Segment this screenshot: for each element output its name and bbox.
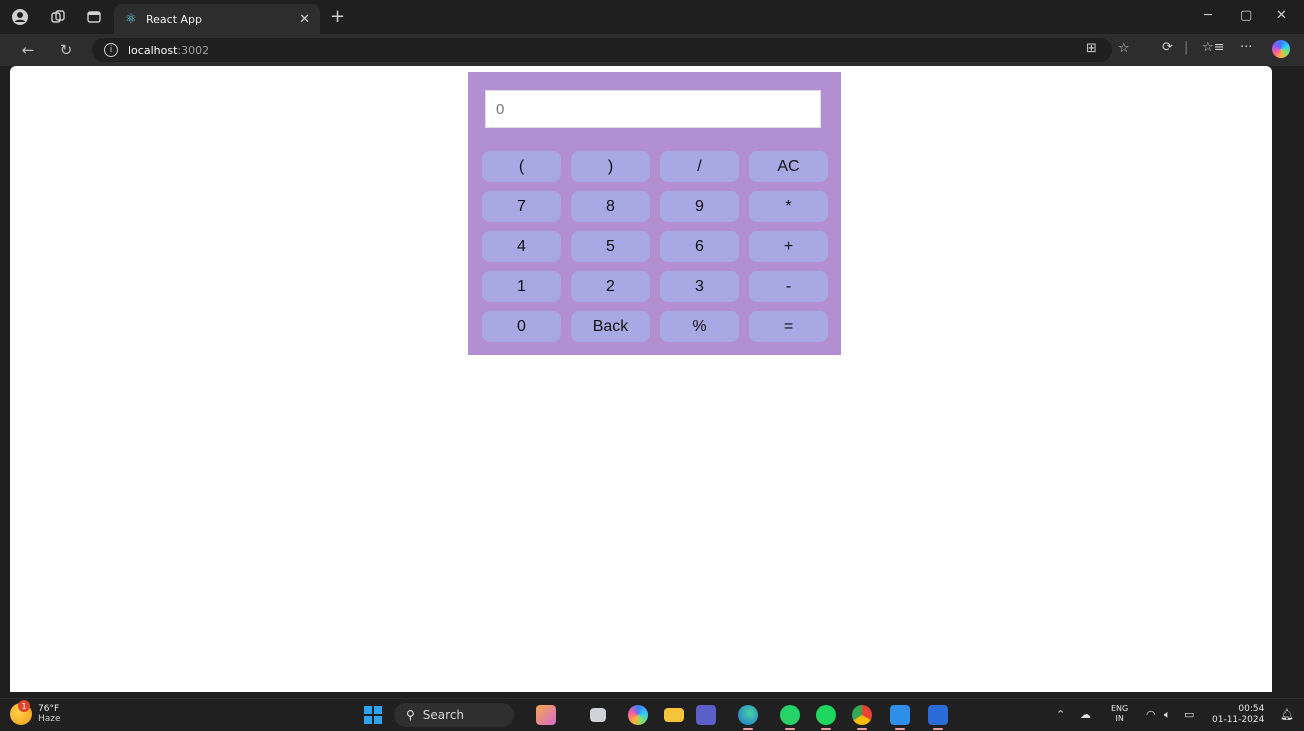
key-multiply[interactable]: *	[749, 191, 828, 222]
tab-actions-icon[interactable]	[84, 7, 104, 27]
notification-icon[interactable]: 🔔︎	[1280, 708, 1294, 721]
start-icon[interactable]	[364, 706, 382, 724]
key-all-clear[interactable]: AC	[749, 151, 828, 182]
minimize-icon[interactable]: ─	[1204, 8, 1212, 23]
tab-react-app[interactable]: ⚛ React App ✕	[114, 4, 320, 34]
search-label: Search	[422, 708, 465, 722]
key-back[interactable]: Back	[571, 311, 650, 342]
key-8[interactable]: 8	[571, 191, 650, 222]
close-icon[interactable]: ✕	[299, 12, 310, 27]
navigation-bar: ← ↻ i localhost:3002 ⊞ ☆ ⟳ | ☆≡ ···	[0, 34, 1304, 66]
key-minus[interactable]: -	[749, 271, 828, 302]
url-text: localhost:3002	[128, 44, 209, 57]
react-favicon: ⚛	[125, 11, 137, 27]
weather-badge: 1	[18, 700, 30, 712]
clock-date: 01-11-2024	[1212, 715, 1265, 725]
toolbar-divider: |	[1184, 40, 1189, 55]
tab-title: React App	[146, 12, 203, 26]
vscode-icon[interactable]	[890, 705, 910, 730]
extensions-icon[interactable]: ⟳	[1162, 40, 1173, 55]
chrome-icon[interactable]	[852, 705, 872, 730]
calculator-display-input[interactable]	[485, 90, 821, 128]
battery-icon[interactable]: ▭	[1184, 708, 1194, 721]
whatsapp-icon[interactable]	[780, 705, 800, 730]
file-explorer-icon[interactable]	[664, 708, 684, 722]
word-icon[interactable]	[928, 705, 948, 730]
key-5[interactable]: 5	[571, 231, 650, 262]
key-3[interactable]: 3	[660, 271, 739, 302]
favorites-icon[interactable]: ☆≡	[1202, 40, 1225, 55]
url-host: localhost	[128, 43, 178, 57]
weather-text: 76°F Haze	[38, 704, 61, 724]
favorite-star-icon[interactable]: ☆	[1118, 41, 1130, 56]
key-divide[interactable]: /	[660, 151, 739, 182]
refresh-icon[interactable]: ↻	[56, 40, 76, 60]
key-9[interactable]: 9	[660, 191, 739, 222]
key-6[interactable]: 6	[660, 231, 739, 262]
window-close-icon[interactable]: ✕	[1276, 8, 1287, 23]
chevron-up-icon[interactable]: ⌃	[1056, 708, 1065, 721]
key-equals[interactable]: =	[749, 311, 828, 342]
weather-sun-icon: 1	[10, 700, 32, 725]
key-7[interactable]: 7	[482, 191, 561, 222]
taskbar: 1 76°F Haze ⚲ Search ⌃ ☁ ENG IN ◠ 🔈︎ ▭ 0…	[0, 698, 1304, 731]
key-2[interactable]: 2	[571, 271, 650, 302]
spotify-icon[interactable]	[816, 705, 836, 730]
profile-icon[interactable]	[10, 7, 30, 27]
url-port: :3002	[177, 43, 210, 57]
teams-icon[interactable]	[696, 705, 716, 725]
key-0[interactable]: 0	[482, 311, 561, 342]
task-view-icon[interactable]	[590, 708, 606, 722]
clock-time: 00:54	[1238, 704, 1265, 714]
tab-strip: ⚛ React App ✕ + ─ ▢ ✕	[0, 0, 1304, 34]
key-1[interactable]: 1	[482, 271, 561, 302]
restore-icon[interactable]: ▢	[1240, 8, 1252, 23]
back-icon[interactable]: ←	[18, 40, 38, 60]
address-bar[interactable]: i localhost:3002 ⊞ ☆	[92, 38, 1130, 62]
weather-widget[interactable]: 1 76°F Haze	[10, 700, 61, 725]
widgets-icon[interactable]	[536, 705, 556, 725]
language-line1: ENG	[1111, 704, 1129, 713]
key-plus[interactable]: +	[749, 231, 828, 262]
page-viewport: ( ) / AC 7 8 9 * 4 5 6 + 1 2 3 - 0 Back …	[10, 66, 1272, 692]
workspaces-icon[interactable]	[48, 7, 68, 27]
volume-icon[interactable]: 🔈︎	[1164, 708, 1171, 722]
language-indicator[interactable]: ENG IN	[1111, 704, 1128, 724]
calculator-keypad: ( ) / AC 7 8 9 * 4 5 6 + 1 2 3 - 0 Back …	[482, 151, 828, 342]
cloud-icon[interactable]: ☁	[1080, 708, 1091, 721]
key-close-paren[interactable]: )	[571, 151, 650, 182]
wifi-icon[interactable]: ◠	[1146, 708, 1156, 721]
new-tab-icon[interactable]: +	[330, 6, 345, 27]
more-icon[interactable]: ···	[1240, 40, 1252, 55]
weather-condition: Haze	[38, 714, 61, 724]
key-4[interactable]: 4	[482, 231, 561, 262]
edge-icon[interactable]	[738, 705, 758, 730]
language-line2: IN	[1115, 714, 1124, 723]
calculator: ( ) / AC 7 8 9 * 4 5 6 + 1 2 3 - 0 Back …	[468, 72, 841, 355]
info-icon[interactable]: i	[104, 43, 118, 57]
taskbar-search[interactable]: ⚲ Search	[394, 703, 514, 727]
clock[interactable]: 00:54 01-11-2024	[1212, 704, 1264, 726]
weather-temp: 76°F	[38, 704, 60, 714]
split-screen-icon[interactable]: ⊞	[1086, 41, 1097, 56]
copilot-icon[interactable]	[1272, 40, 1290, 58]
search-icon: ⚲	[406, 708, 415, 722]
key-percent[interactable]: %	[660, 311, 739, 342]
key-open-paren[interactable]: (	[482, 151, 561, 182]
copilot-app-icon[interactable]	[628, 705, 648, 725]
